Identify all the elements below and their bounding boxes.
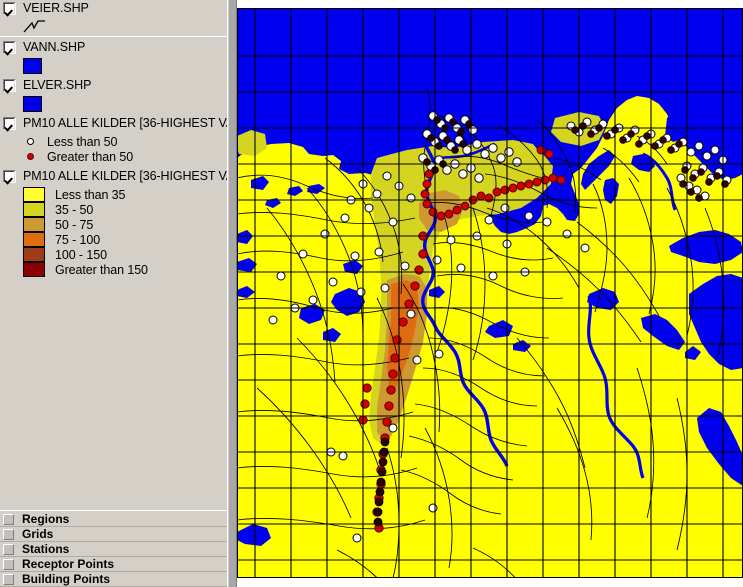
legend-class-label: Greater than 50 <box>47 149 134 164</box>
layer-header-pm10-points[interactable]: PM10 ALLE KILDER [36-HIGHEST VALUE <box>0 115 227 134</box>
small-square-icon <box>3 573 14 585</box>
layer-header-elver[interactable]: ELVER.SHP <box>0 77 227 96</box>
class-swatch <box>23 232 45 247</box>
feature-category-list: Regions Grids Stations Receptor Points B… <box>0 510 227 587</box>
legend-scroll-area[interactable]: VEIER.SHP VANN.SHP ELVER.SHP PM10 ALLE K… <box>0 0 227 510</box>
list-item-grids[interactable]: Grids <box>0 527 227 542</box>
class-swatch <box>23 262 45 277</box>
layer-header-pm10-grid[interactable]: PM10 ALLE KILDER [36-HIGHEST VALUE <box>0 168 227 187</box>
legend-class-row: 75 - 100 <box>0 232 227 247</box>
class-swatch <box>23 202 45 217</box>
list-item-label: Building Points <box>22 571 110 586</box>
legend-class-row: 100 - 150 <box>0 247 227 262</box>
layer-checkbox-vann[interactable] <box>3 41 16 54</box>
layer-header-veier[interactable]: VEIER.SHP <box>0 0 227 19</box>
legend-class-label: 50 - 75 <box>55 217 94 232</box>
layer-checkbox-veier[interactable] <box>3 2 16 15</box>
gis-application-window: VEIER.SHP VANN.SHP ELVER.SHP PM10 ALLE K… <box>0 0 743 587</box>
polygon-swatch-elver <box>23 95 42 112</box>
legend-symbol-row-veier <box>0 19 227 34</box>
polygon-swatch-vann <box>23 57 42 74</box>
circle-outline-icon <box>23 135 37 149</box>
layer-checkbox-pm10-points[interactable] <box>3 117 16 130</box>
layer-entry-veier: VEIER.SHP <box>0 0 227 37</box>
list-item-receptor-points[interactable]: Receptor Points <box>0 557 227 572</box>
legend-class-row: Greater than 50 <box>0 149 227 164</box>
layer-label-pm10-grid: PM10 ALLE KILDER [36-HIGHEST VALUE <box>23 169 227 183</box>
list-item-label: Receptor Points <box>22 556 115 571</box>
layer-label-vann: VANN.SHP <box>23 40 86 54</box>
legend-class-label: 35 - 50 <box>55 202 94 217</box>
line-symbol-icon <box>23 19 47 34</box>
layer-entry-pm10-points: PM10 ALLE KILDER [36-HIGHEST VALUE Less … <box>0 115 227 168</box>
list-item-stations[interactable]: Stations <box>0 542 227 557</box>
layer-label-veier: VEIER.SHP <box>23 1 89 15</box>
map-view-pane[interactable] <box>237 0 743 587</box>
legend-class-label: Less than 35 <box>55 187 126 202</box>
list-item-label: Regions <box>22 511 70 526</box>
layer-entry-pm10-grid: PM10 ALLE KILDER [36-HIGHEST VALUE Less … <box>0 168 227 277</box>
legend-class-row: Less than 35 <box>0 187 227 202</box>
legend-symbol-row-elver <box>0 95 227 112</box>
legend-class-label: 100 - 150 <box>55 247 107 262</box>
legend-divider <box>0 36 227 37</box>
panel-splitter-handle[interactable] <box>228 0 237 587</box>
legend-class-row: Greater than 150 <box>0 262 227 277</box>
list-item-regions[interactable]: Regions <box>0 512 227 527</box>
layer-legend-panel: VEIER.SHP VANN.SHP ELVER.SHP PM10 ALLE K… <box>0 0 228 587</box>
layer-checkbox-pm10-grid[interactable] <box>3 170 16 183</box>
small-square-icon <box>3 528 14 540</box>
class-swatch <box>23 217 45 232</box>
small-square-icon <box>3 543 14 555</box>
circle-filled-icon <box>23 150 37 164</box>
list-item-label: Grids <box>22 526 54 541</box>
polyline-icon <box>23 20 45 33</box>
layer-entry-elver: ELVER.SHP <box>0 77 227 115</box>
map-canvas[interactable] <box>237 8 743 578</box>
small-square-icon <box>3 558 14 570</box>
legend-class-label: Greater than 150 <box>55 262 148 277</box>
small-square-icon <box>3 513 14 525</box>
class-swatch <box>23 247 45 262</box>
list-item-label: Stations <box>22 541 70 556</box>
legend-class-label: 75 - 100 <box>55 232 101 247</box>
legend-symbol-row-vann <box>0 57 227 74</box>
legend-class-row: Less than 50 <box>0 134 227 149</box>
class-swatch <box>23 187 45 202</box>
legend-class-label: Less than 50 <box>47 134 118 149</box>
legend-class-row: 50 - 75 <box>0 217 227 232</box>
layer-checkbox-elver[interactable] <box>3 79 16 92</box>
layer-label-elver: ELVER.SHP <box>23 78 92 92</box>
legend-class-row: 35 - 50 <box>0 202 227 217</box>
layer-entry-vann: VANN.SHP <box>0 39 227 77</box>
layer-header-vann[interactable]: VANN.SHP <box>0 39 227 58</box>
list-item-building-points[interactable]: Building Points <box>0 572 227 587</box>
layer-label-pm10-points: PM10 ALLE KILDER [36-HIGHEST VALUE <box>23 116 227 130</box>
